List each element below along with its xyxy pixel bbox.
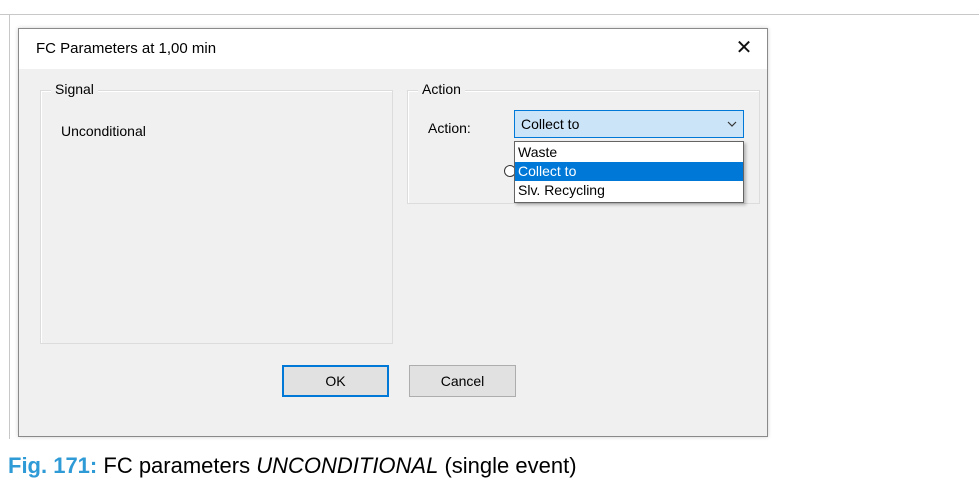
dialog-title: FC Parameters at 1,00 min [36,40,217,57]
signal-groupbox: Signal Unconditional [40,81,393,344]
signal-value: Unconditional [61,123,146,139]
close-icon[interactable]: ✕ [721,29,767,69]
action-group-label: Action [418,81,465,97]
cancel-button[interactable]: Cancel [409,365,516,397]
caption-text-before: FC parameters [103,453,251,478]
dropdown-option-slv-recycling[interactable]: Slv. Recycling [515,181,743,200]
fc-parameters-dialog: FC Parameters at 1,00 min ✕ Signal Uncon… [18,28,768,437]
dropdown-option-waste[interactable]: Waste [515,143,743,162]
caption-text-after: (single event) [444,453,577,478]
action-select[interactable]: Collect to [514,110,744,138]
figure-caption: Fig. 171: FC parameters UNCONDITIONAL (s… [8,453,577,479]
page-frame-top-line [0,14,979,15]
dropdown-option-collect-to[interactable]: Collect to [515,162,743,181]
chevron-down-icon[interactable] [727,119,737,129]
figure-number: Fig. 171: [8,453,98,478]
action-dropdown-list[interactable]: Waste Collect to Slv. Recycling [514,141,744,203]
signal-group-label: Signal [51,81,98,97]
page-frame-left-line [9,14,10,439]
ok-button[interactable]: OK [282,365,389,397]
caption-emphasis: UNCONDITIONAL [256,453,439,478]
action-select-value: Collect to [521,116,580,132]
dialog-titlebar: FC Parameters at 1,00 min ✕ [19,29,767,69]
action-field-label: Action: [428,120,471,136]
